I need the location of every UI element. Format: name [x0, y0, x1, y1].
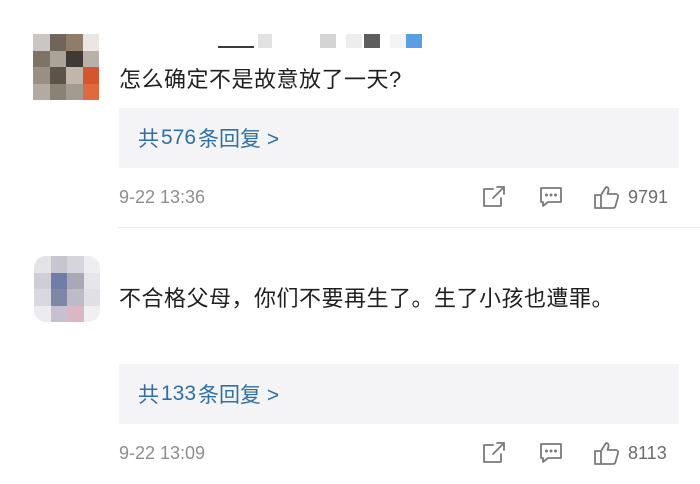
- like-button[interactable]: 9791: [593, 184, 668, 210]
- comment-meta: 9-22 13:36 9791: [119, 184, 700, 210]
- thumbs-up-icon: [594, 442, 620, 465]
- share-icon[interactable]: [481, 184, 507, 210]
- share-icon[interactable]: [481, 440, 507, 466]
- avatar[interactable]: [33, 34, 99, 100]
- like-count: 8113: [628, 442, 667, 463]
- comment-item: 怎么确定不是故意放了一天? 共 576 条回复 > 9-22 13:36 979…: [0, 0, 700, 228]
- comment-meta: 9-22 13:09 8113: [119, 440, 700, 466]
- timestamp: 9-22 13:09: [119, 442, 206, 463]
- replies-prefix: 共: [138, 384, 159, 407]
- thumbs-up-icon: [594, 186, 620, 209]
- replies-count: 576: [161, 126, 197, 149]
- avatar[interactable]: [34, 256, 100, 322]
- replies-suffix: 条回复 >: [198, 384, 280, 407]
- replies-suffix: 条回复 >: [198, 128, 280, 151]
- view-replies-link[interactable]: 共 576 条回复 >: [119, 108, 679, 168]
- replies-prefix: 共: [138, 128, 159, 151]
- timestamp: 9-22 13:36: [119, 186, 206, 207]
- like-count: 9791: [628, 186, 669, 207]
- like-button[interactable]: 8113: [593, 440, 667, 466]
- username-blurred[interactable]: [218, 33, 422, 49]
- comment-text: 怎么确定不是故意放了一天?: [119, 67, 402, 92]
- comment-text: 不合格父母，你们不要再生了。生了小孩也遭罪。: [119, 286, 615, 311]
- view-replies-link[interactable]: 共 133 条回复 >: [119, 364, 679, 424]
- replies-count: 133: [161, 382, 197, 405]
- comment-item: 不合格父母，你们不要再生了。生了小孩也遭罪。 共 133 条回复 > 9-22 …: [0, 228, 700, 484]
- comment-icon[interactable]: [538, 440, 564, 466]
- comment-icon[interactable]: [538, 184, 564, 210]
- comment-list: 怎么确定不是故意放了一天? 共 576 条回复 > 9-22 13:36 979…: [0, 0, 700, 484]
